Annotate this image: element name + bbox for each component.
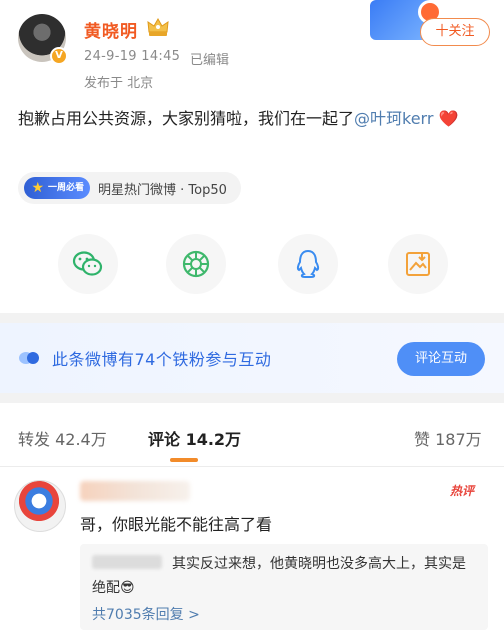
star-icon: ★	[31, 180, 44, 196]
verified-badge-icon: V	[50, 47, 68, 65]
reply-text: 其实反过来想，他黄晓明也没多高大上，其实是绝配😎	[92, 556, 466, 596]
tab-divider	[0, 466, 504, 467]
hot-badge-label: 一周必看	[47, 183, 84, 193]
crown-icon	[147, 17, 169, 36]
follow-button[interactable]: 十关注	[420, 18, 490, 46]
hot-comment-tag: 热评	[450, 484, 475, 498]
hot-rank-text: 明星热门微博 · Top50	[98, 182, 227, 198]
post-text: 抱歉占用公共资源，大家别猜啦，我们在一起了@叶珂kerr ❤️	[18, 104, 488, 134]
save-image-button[interactable]	[388, 234, 448, 294]
share-wechat-button[interactable]	[58, 234, 118, 294]
post-location: 发布于 北京	[84, 76, 154, 91]
reply-count-link[interactable]: 共7035条回复 >	[92, 604, 200, 624]
share-moments-button[interactable]	[166, 234, 226, 294]
wechat-icon	[72, 251, 103, 276]
edited-label[interactable]: 已编辑	[190, 49, 229, 68]
qq-icon	[296, 249, 320, 278]
tab-likes[interactable]: 赞 187万	[414, 426, 482, 450]
commenter-name-blurred[interactable]	[80, 481, 190, 501]
heart-emoji: ❤️	[438, 109, 459, 128]
mention-link[interactable]: @叶珂kerr	[354, 109, 433, 128]
moments-icon	[182, 250, 210, 278]
tab-repost[interactable]: 转发 42.4万	[18, 426, 107, 450]
fan-indicator-icon	[19, 352, 39, 364]
commenter-avatar[interactable]	[14, 480, 66, 532]
active-tab-indicator	[170, 458, 198, 462]
post-time: 24-9-19 14:45	[84, 49, 181, 64]
tab-comments[interactable]: 评论 14.2万	[148, 426, 241, 450]
comment-interact-button[interactable]: 评论互动	[397, 342, 485, 376]
share-qq-button[interactable]	[278, 234, 338, 294]
fan-interaction-text: 此条微博有74个铁粉参与互动	[52, 350, 272, 369]
comment-text[interactable]: 哥，你眼光能不能往高了看	[80, 511, 272, 535]
save-image-icon	[406, 252, 430, 276]
post-text-body: 抱歉占用公共资源，大家别猜啦，我们在一起了	[18, 109, 355, 128]
username[interactable]: 黄晓明	[84, 17, 138, 42]
hot-rank-badge: ★ 一周必看	[24, 177, 90, 199]
hot-rank-pill[interactable]: ★ 一周必看 明星热门微博 · Top50	[18, 172, 241, 204]
